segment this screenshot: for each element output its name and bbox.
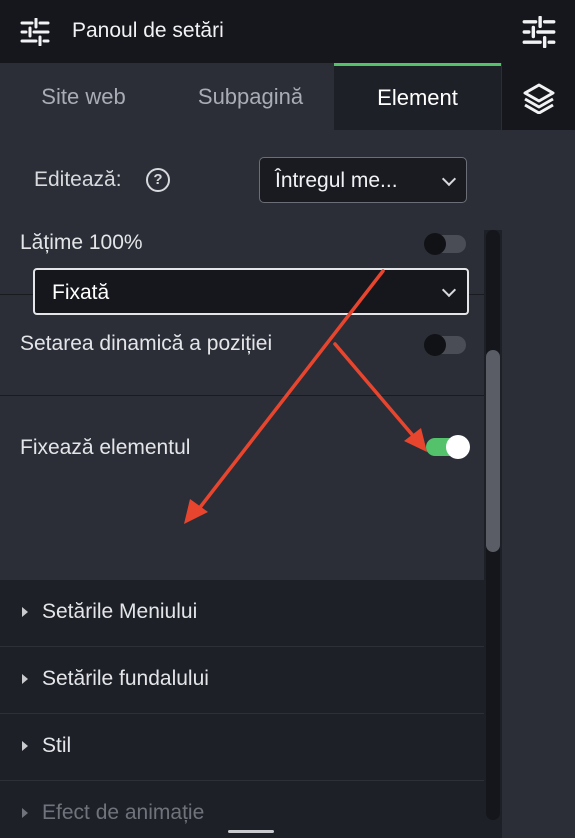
edit-target-select[interactable]: Întregul me... (259, 157, 467, 203)
section-label: Setările Meniului (42, 600, 198, 623)
full-width-label: Lățime 100% (20, 231, 143, 254)
edit-row: Editează: ? Întregul me... (0, 130, 502, 230)
caret-right-icon (22, 674, 28, 684)
resize-handle[interactable] (228, 830, 274, 833)
help-icon[interactable]: ? (146, 168, 170, 192)
pin-element-label: Fixează elementul (20, 436, 191, 459)
panel-header: Panoul de setări (0, 0, 502, 63)
chevron-down-icon (441, 171, 457, 187)
section-background-settings[interactable]: Setările fundalului (0, 647, 484, 714)
tab-subpage[interactable]: Subpagină (167, 63, 334, 130)
pin-mode-select[interactable]: Fixată (33, 268, 469, 315)
section-style[interactable]: Stil (0, 714, 484, 781)
tab-bar: Site web Subpagină Element (0, 63, 502, 130)
tab-element[interactable]: Element (334, 63, 501, 130)
caret-right-icon (22, 808, 28, 818)
dynamic-position-label: Setarea dinamică a poziției (20, 332, 273, 355)
chevron-down-icon (441, 282, 457, 298)
pin-element-toggle[interactable] (426, 435, 470, 459)
layers-icon[interactable] (522, 82, 556, 114)
right-rail (502, 0, 575, 838)
sliders-icon[interactable] (522, 16, 556, 48)
tab-site-web[interactable]: Site web (0, 63, 167, 130)
pin-mode-value: Fixată (52, 281, 110, 304)
caret-right-icon (22, 607, 28, 617)
section-label: Stil (42, 734, 72, 757)
sliders-icon (20, 18, 50, 46)
full-width-toggle[interactable] (424, 233, 466, 255)
section-label: Setările fundalului (42, 667, 209, 690)
scrollbar-thumb[interactable] (484, 350, 502, 552)
edit-label: Editează: (34, 168, 122, 191)
dynamic-position-toggle[interactable] (424, 334, 466, 356)
section-menu-settings[interactable]: Setările Meniului (0, 580, 484, 647)
caret-right-icon (22, 741, 28, 751)
panel-title: Panoul de setări (72, 19, 224, 42)
edit-target-value: Întregul me... (275, 169, 398, 192)
section-label: Efect de animație (42, 801, 205, 824)
